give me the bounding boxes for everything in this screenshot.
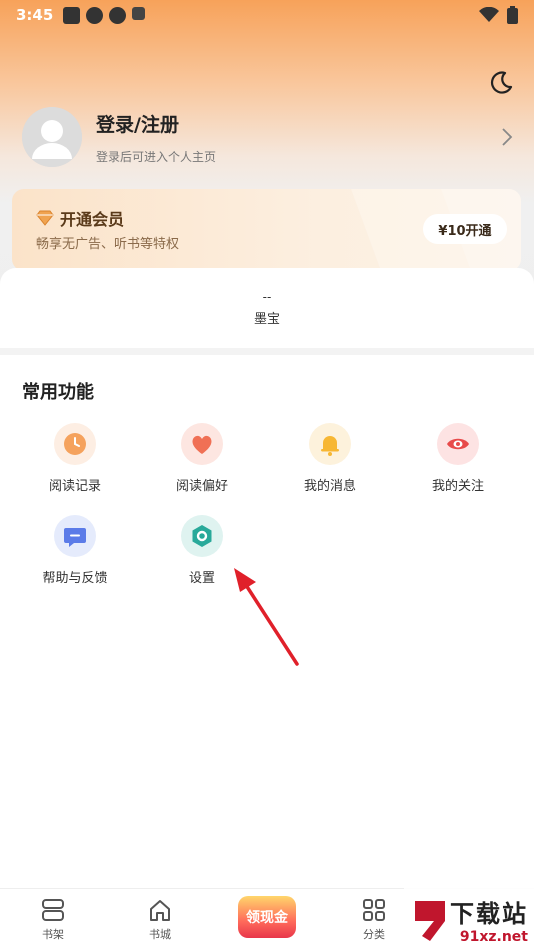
diamond-icon <box>36 210 54 226</box>
chevron-right-icon[interactable] <box>500 127 514 147</box>
mobao-label: 墨宝 <box>253 311 280 327</box>
wifi-icon <box>479 7 499 22</box>
notification-icons <box>63 6 146 24</box>
tab-bookshelf[interactable]: 书架 <box>23 897 83 942</box>
watermark: 下载站 91xz.net <box>404 888 534 950</box>
section-divider <box>0 348 534 355</box>
func-icon-bg <box>54 515 96 557</box>
status-bar: 3:45 <box>0 0 534 30</box>
status-right <box>479 6 518 24</box>
app-notification-icon <box>86 6 104 24</box>
func-my-messages[interactable]: 我的消息 <box>275 423 385 494</box>
func-reading-history[interactable]: 阅读记录 <box>20 423 130 494</box>
functions-title: 常用功能 <box>22 382 94 403</box>
watermark-logo-icon <box>415 901 445 941</box>
func-help-feedback[interactable]: 帮助与反馈 <box>20 515 130 586</box>
moon-icon[interactable] <box>488 70 514 96</box>
login-hint: 登录后可进入个人主页 <box>96 149 217 164</box>
tab-label: 书城 <box>149 928 171 941</box>
status-time: 3:45 <box>16 6 54 24</box>
login-register-title[interactable]: 登录/注册 <box>96 110 216 137</box>
profile-row[interactable]: 登录/注册 登录后可进入个人主页 <box>22 106 514 168</box>
func-icon-bg <box>54 423 96 465</box>
func-label: 帮助与反馈 <box>42 571 108 586</box>
chat-icon <box>64 528 86 547</box>
tab-bookstore[interactable]: 书城 <box>130 897 190 942</box>
home-icon <box>150 900 170 921</box>
func-my-follows[interactable]: 我的关注 <box>403 423 513 494</box>
func-icon-bg <box>181 423 223 465</box>
vip-title: 开通会员 <box>60 210 125 229</box>
annotation-arrow <box>234 568 299 666</box>
bell-icon <box>321 436 339 456</box>
tab-label: 分类 <box>363 928 385 941</box>
watermark-url: 91xz.net <box>459 928 528 945</box>
vip-title-row: 开通会员 <box>36 206 124 230</box>
func-label: 阅读偏好 <box>175 479 228 494</box>
notification-icon <box>63 6 81 24</box>
avatar-placeholder-icon <box>22 107 82 167</box>
watermark-text: 下载站 91xz.net <box>450 894 528 945</box>
func-label: 我的关注 <box>431 479 484 494</box>
vip-subtitle: 畅享无广告、听书等特权 <box>36 237 180 252</box>
vip-open-button[interactable]: ¥10开通 <box>423 214 507 244</box>
battery-icon <box>507 6 518 24</box>
a-notification-icon <box>132 6 146 20</box>
clock-icon <box>64 433 86 455</box>
func-label: 我的消息 <box>303 479 356 494</box>
tab-collect-cash[interactable]: 领现金 <box>238 896 296 938</box>
vip-card[interactable]: 开通会员 畅享无广告、听书等特权 ¥10开通 <box>12 189 521 271</box>
cash-label: 领现金 <box>246 910 288 926</box>
avatar[interactable] <box>22 107 82 167</box>
eye-icon <box>447 438 469 450</box>
tab-category[interactable]: 分类 <box>344 897 404 942</box>
func-icon-bg <box>309 423 351 465</box>
func-icon-bg <box>437 423 479 465</box>
bookshelf-icon <box>42 899 64 921</box>
heart-icon <box>192 435 212 454</box>
func-label: 阅读记录 <box>48 479 101 494</box>
category-icon <box>363 899 385 921</box>
profile-text: 登录/注册 登录后可进入个人主页 <box>96 110 216 165</box>
gear-icon <box>192 525 212 547</box>
func-icon-bg <box>181 515 223 557</box>
func-label: 设置 <box>188 571 215 586</box>
tab-label: 书架 <box>42 928 64 941</box>
app-notification-icon <box>109 6 127 24</box>
func-reading-preference[interactable]: 阅读偏好 <box>147 423 257 494</box>
wallet-card[interactable]: -- 墨宝 <box>0 268 534 348</box>
watermark-title: 下载站 <box>450 899 528 928</box>
mobao-value: -- <box>262 289 272 304</box>
